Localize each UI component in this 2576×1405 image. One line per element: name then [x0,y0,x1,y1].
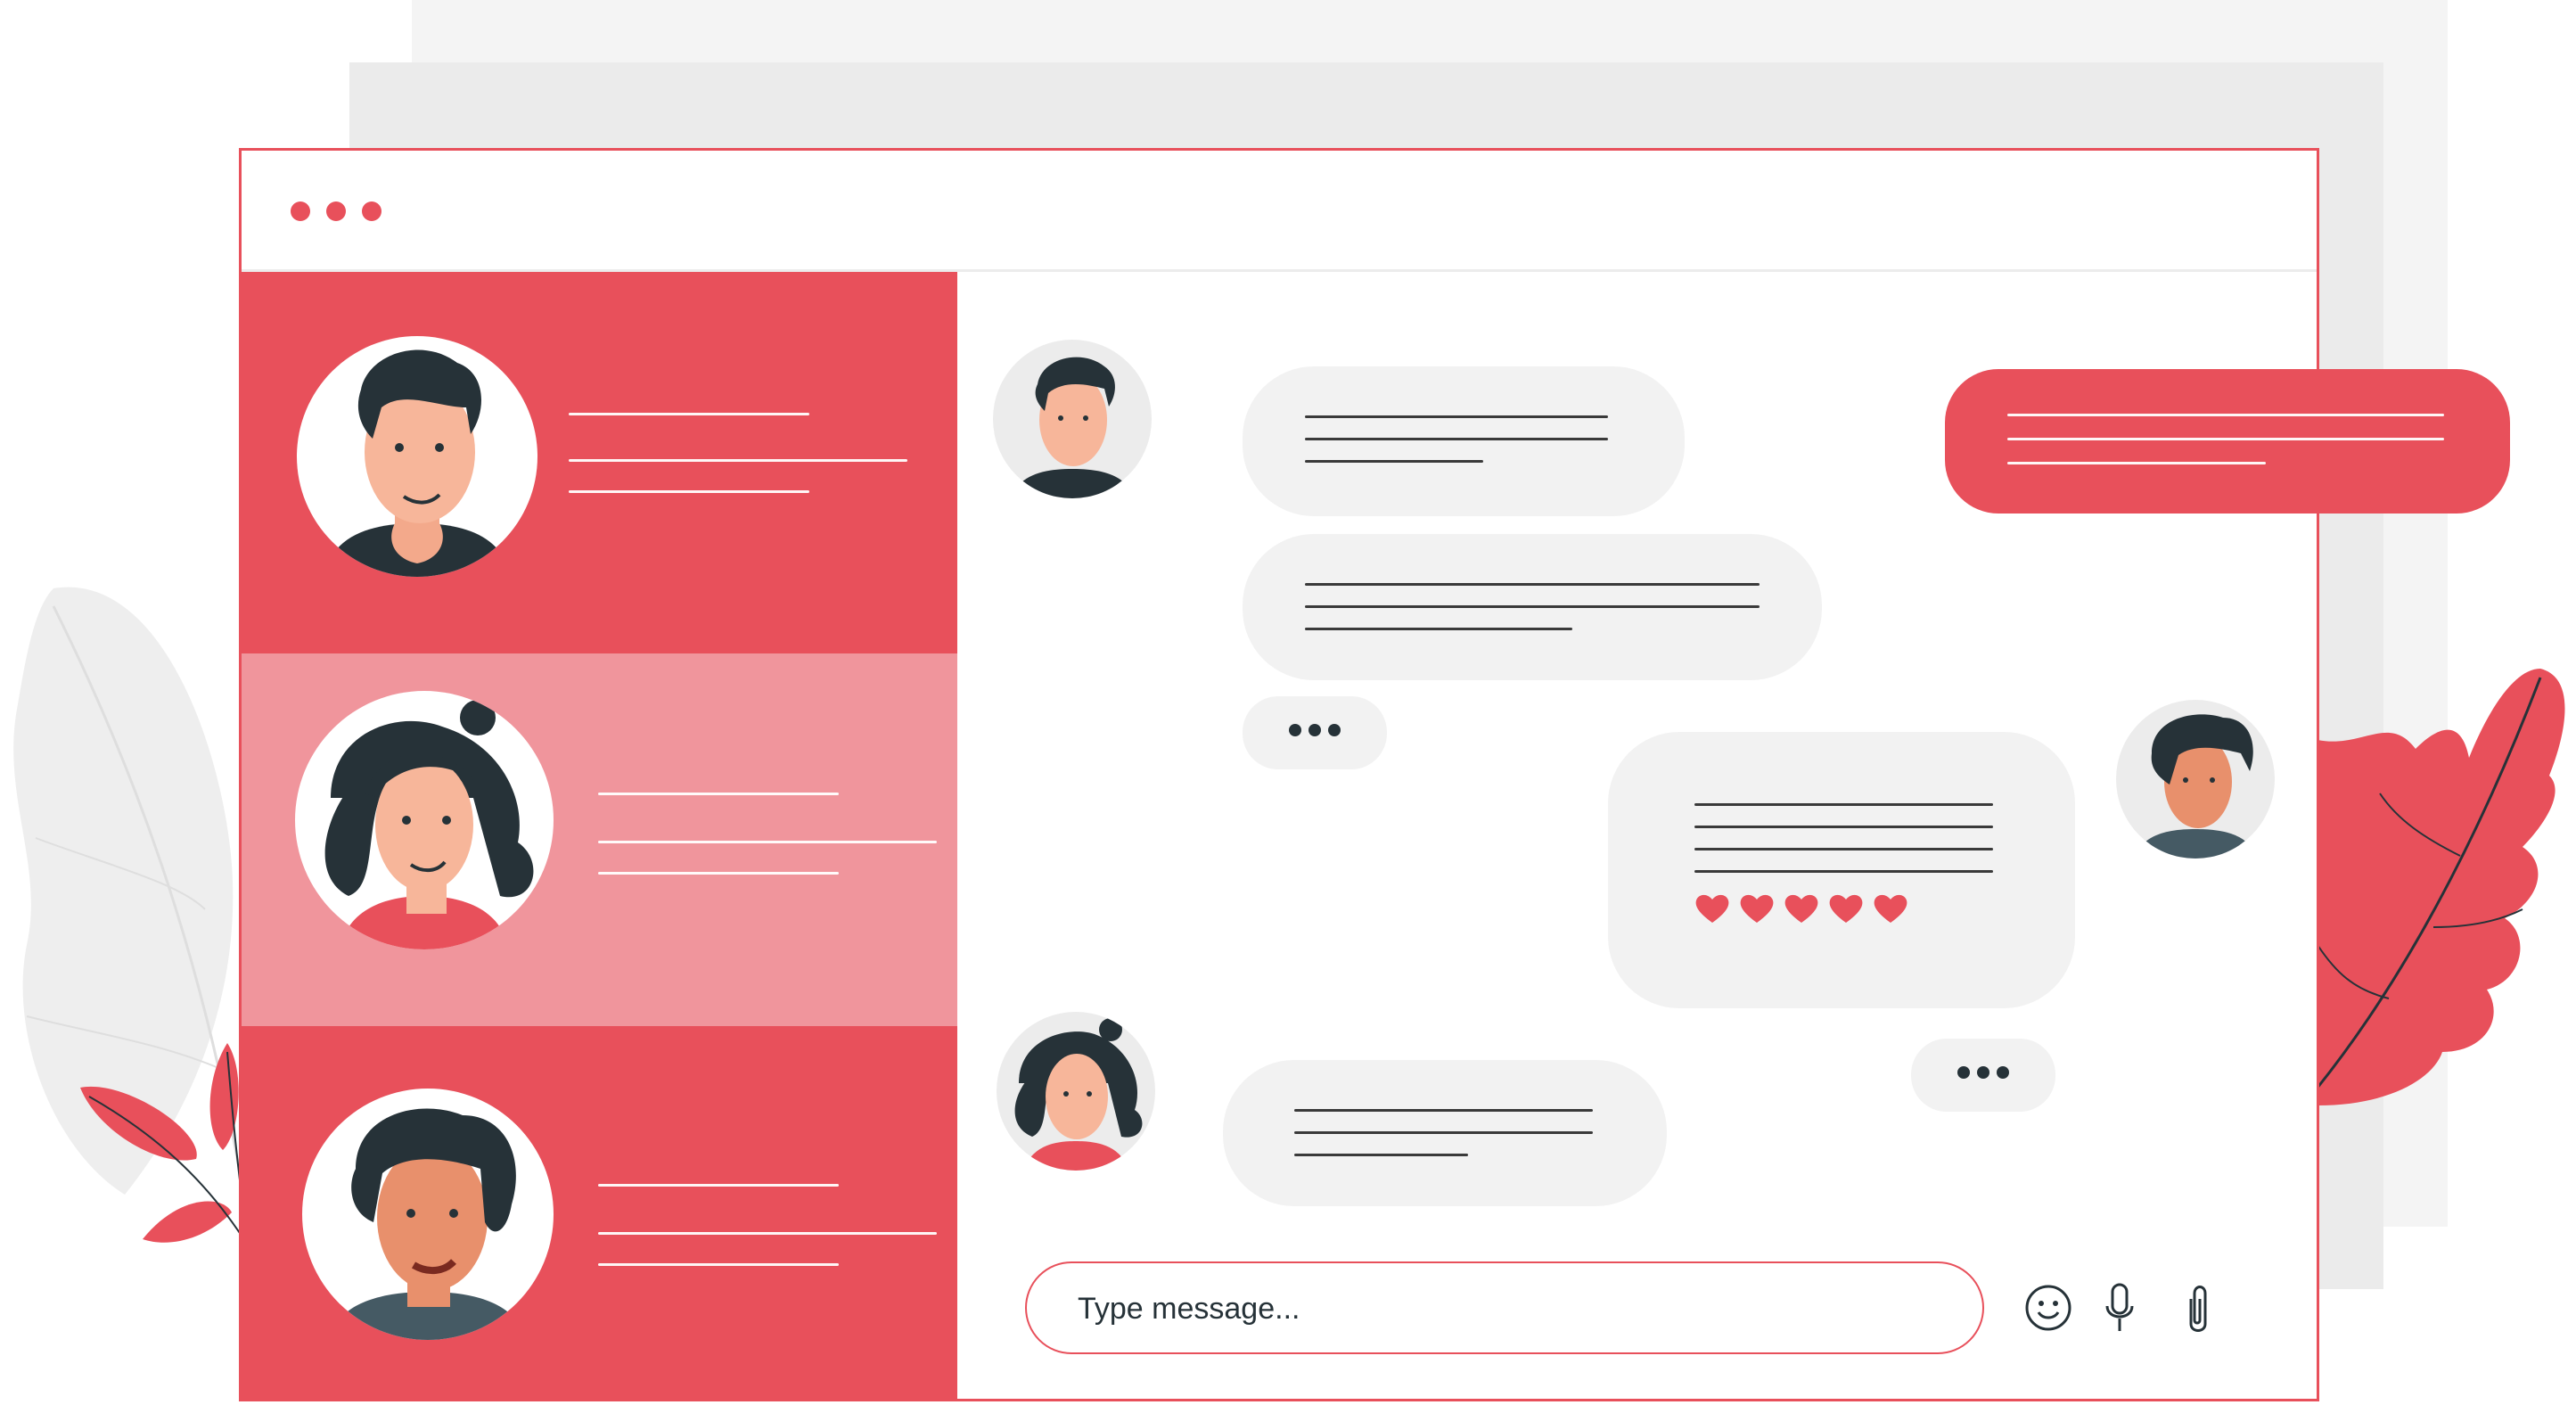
curly-man-avatar [302,1089,554,1340]
red-oak-leaf-decoration [2316,669,2565,1105]
message-line [1694,826,1993,828]
paperclip-icon[interactable] [2182,1281,2212,1336]
message-line [1694,803,1993,806]
message-line [1305,460,1483,463]
message-input-placeholder: Type message... [1078,1292,1300,1326]
message-line [1305,438,1608,440]
window-control-dot[interactable] [326,201,346,221]
typing-dot [1977,1066,1989,1079]
title-bar [242,151,2317,272]
man-avatar [297,336,537,577]
preview-line [598,841,937,843]
man-avatar-small [993,340,1152,498]
chat-app-window: Type message... [239,148,2319,1401]
typing-indicator [1911,1039,2055,1112]
typing-dot [1328,724,1341,736]
heart-icon [1695,894,1729,923]
typing-dot [1309,724,1321,736]
message-bubble-reaction [1608,732,2075,1008]
preview-line [598,1263,839,1266]
message-line [1694,870,1993,873]
heart-icon [1874,894,1907,923]
message-bubble-received [1243,366,1685,516]
preview-line [598,793,839,795]
message-input[interactable]: Type message... [1025,1261,1984,1354]
message-line [1305,628,1572,630]
typing-dot [1289,724,1301,736]
preview-line [569,413,809,415]
contact-item-active[interactable] [242,653,957,1026]
message-line [1305,605,1760,608]
message-line [2007,462,2266,464]
preview-line [598,1232,937,1235]
message-line [2007,438,2444,440]
preview-line [569,459,907,462]
window-control-dot[interactable] [291,201,310,221]
woman-avatar [295,691,554,949]
heart-icon [1784,894,1818,923]
message-line [1694,848,1993,850]
message-bubble-sent [1945,369,2510,514]
preview-line [598,1184,839,1187]
typing-indicator [1243,696,1387,769]
window-control-dot[interactable] [362,201,381,221]
curly-man-avatar-small [2116,700,2275,859]
message-line [1305,415,1608,418]
contact-item[interactable] [242,272,957,653]
typing-dot [1997,1066,2009,1079]
contact-item[interactable] [242,1026,957,1399]
heart-icon [1829,894,1863,923]
microphone-icon[interactable] [2102,1281,2137,1335]
heart-icon [1740,894,1774,923]
contacts-sidebar [242,272,957,1399]
woman-avatar-small [997,1012,1155,1171]
message-line [1294,1154,1468,1156]
message-bubble-received [1243,534,1822,680]
red-leaf-small-decoration [80,1043,250,1258]
message-line [1294,1131,1593,1134]
smiley-icon[interactable] [2023,1283,2073,1333]
message-line [1305,583,1760,586]
preview-line [569,490,809,493]
message-line [1294,1109,1593,1112]
heart-reactions [1694,892,1917,928]
message-line [2007,414,2444,416]
message-bubble-received [1223,1060,1667,1206]
preview-line [598,872,839,875]
typing-dot [1957,1066,1970,1079]
